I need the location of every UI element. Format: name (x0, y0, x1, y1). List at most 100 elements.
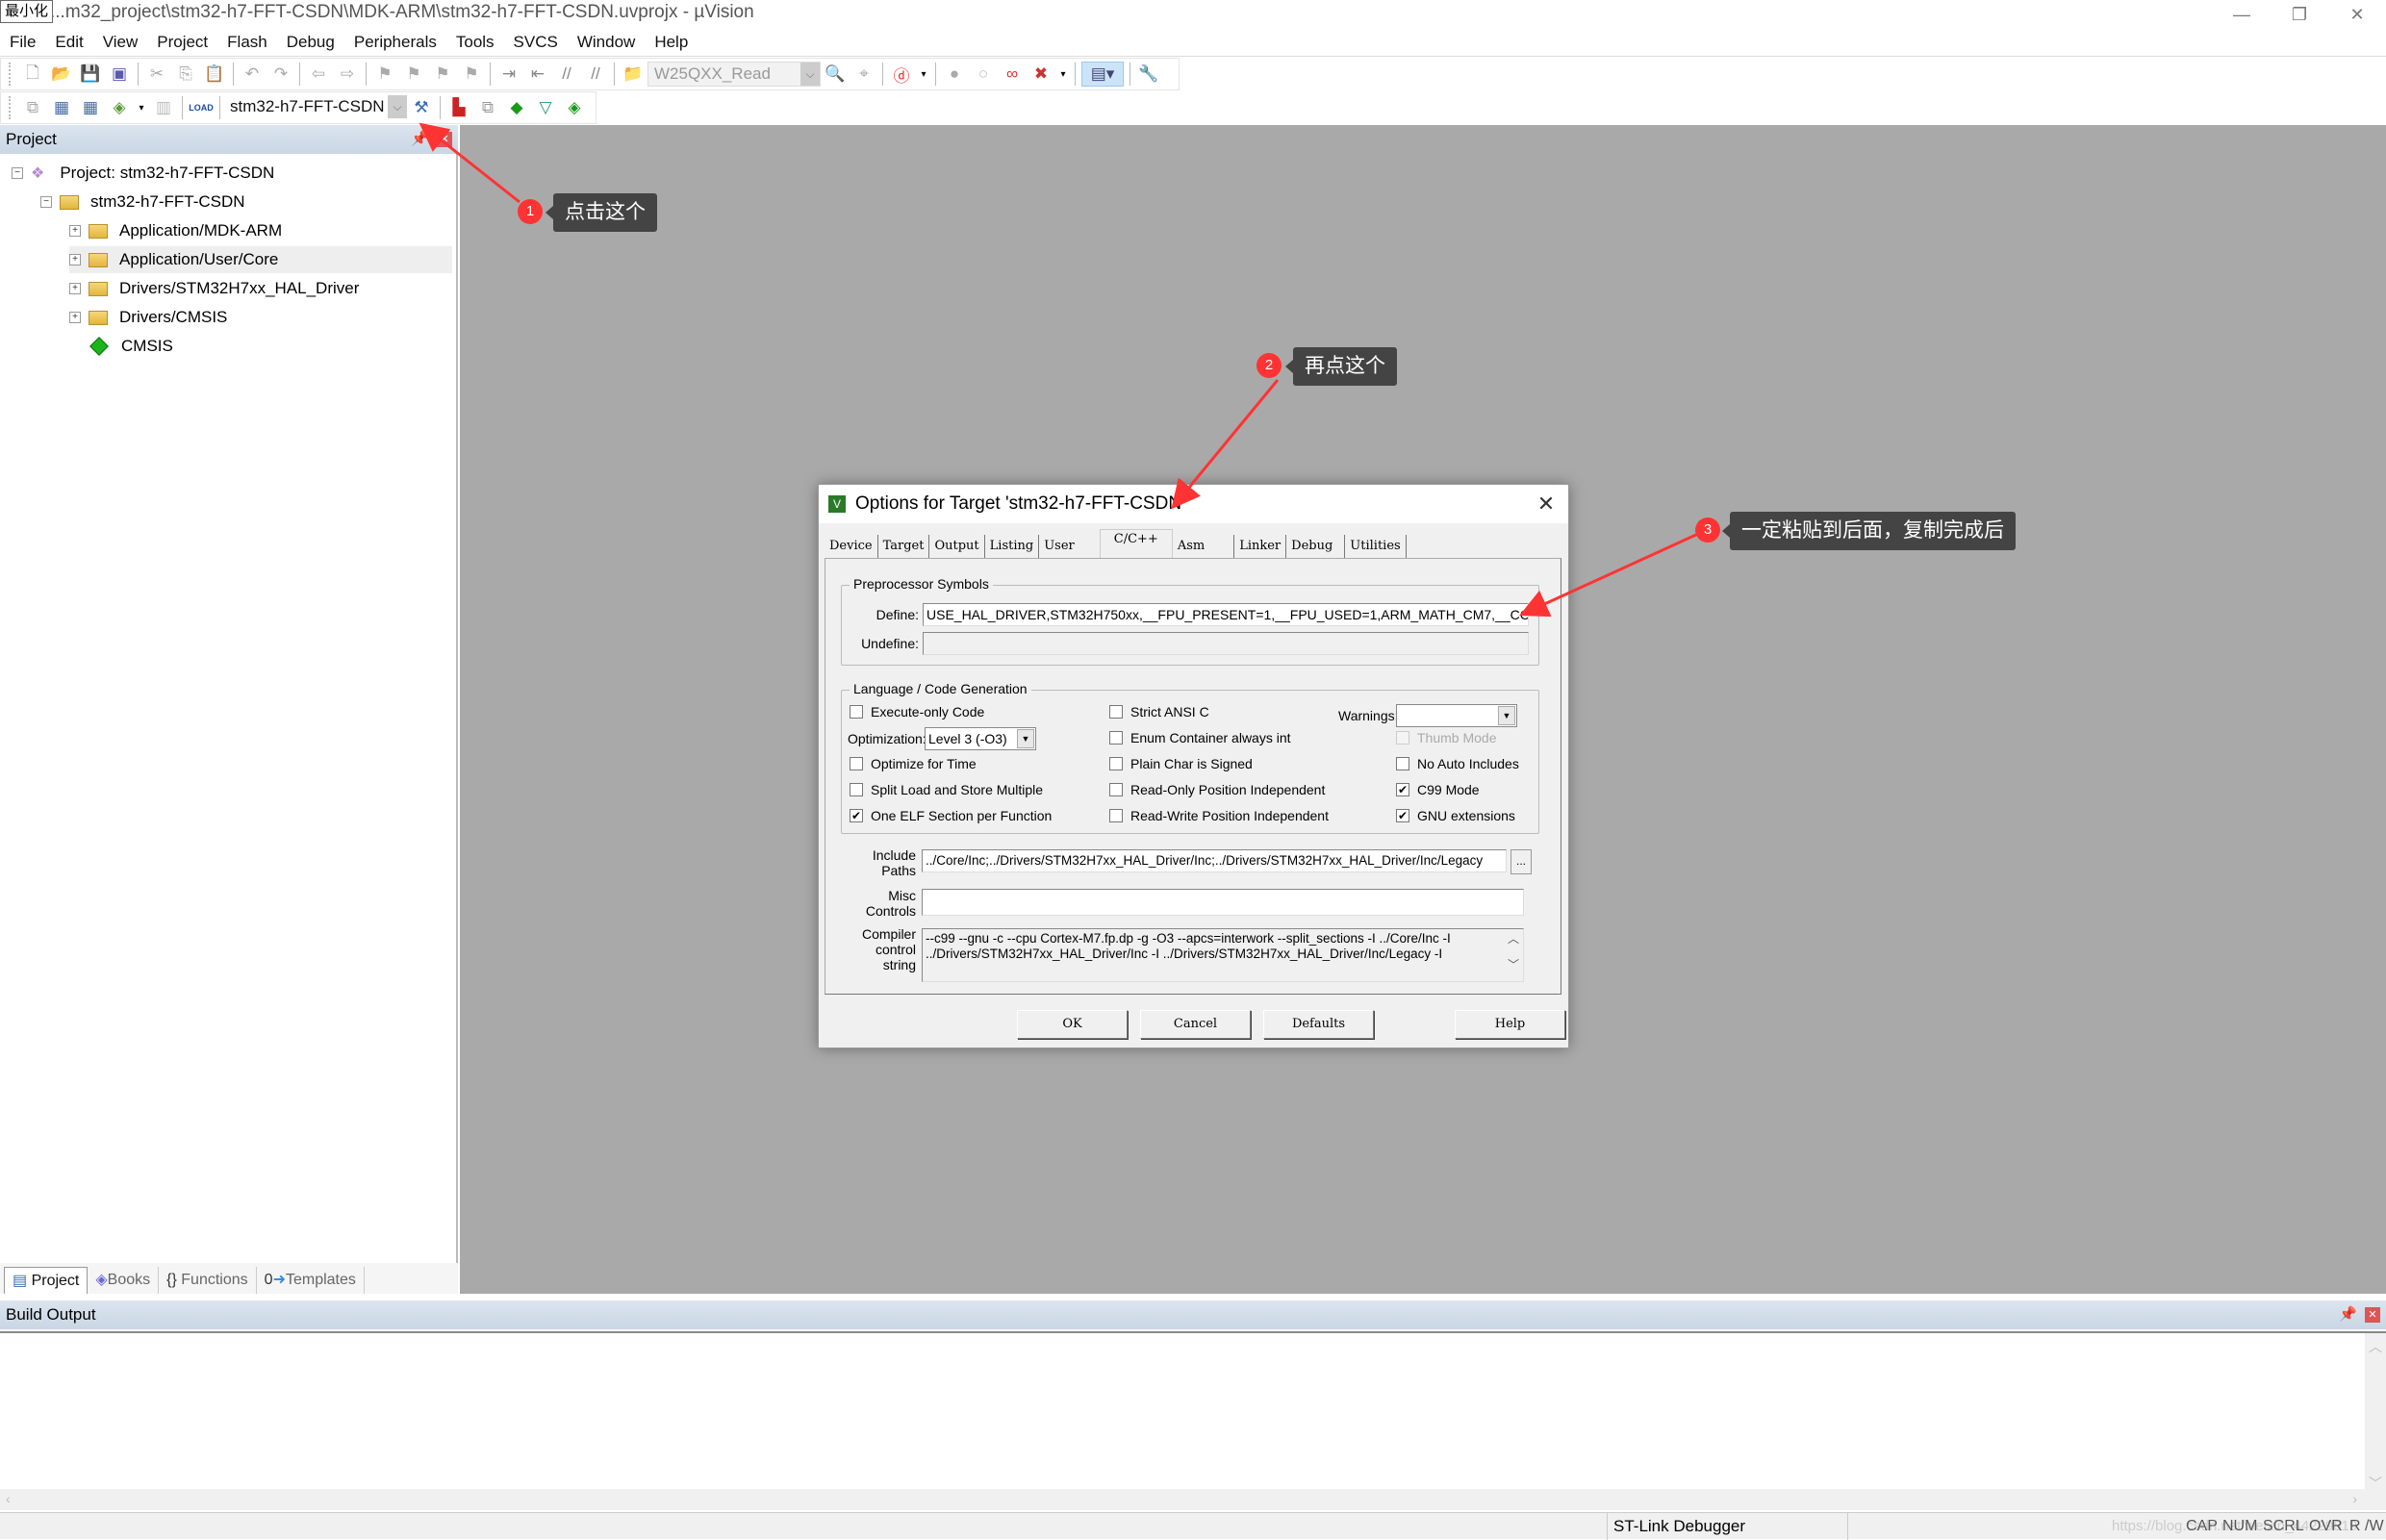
breakpoint-disable-all-icon[interactable]: ∞ (1000, 62, 1025, 87)
enum-container-checkbox[interactable]: Enum Container always int (1109, 730, 1291, 745)
checkbox-box[interactable]: ✔ (1396, 809, 1409, 822)
optimize-for-time-checkbox[interactable]: Optimize for Time (850, 756, 977, 771)
dropdown-arrow-icon[interactable]: ▼ (1017, 729, 1034, 748)
checkbox-box[interactable] (850, 757, 863, 770)
save-all-icon[interactable]: ▣ (107, 62, 132, 87)
tab-debug[interactable]: Debug (1286, 535, 1346, 558)
menu-project[interactable]: Project (157, 33, 208, 52)
translate-icon[interactable]: ⧉ (20, 95, 45, 120)
new-file-icon[interactable]: 🗋 (20, 62, 45, 87)
bookmark-prev-icon[interactable]: ⚑ (401, 62, 426, 87)
unindent-icon[interactable]: ⇤ (525, 62, 550, 87)
optimization-select[interactable]: Level 3 (-O3) ▼ (925, 727, 1036, 750)
options-for-target-icon[interactable]: ⚒ (409, 95, 434, 120)
tab-books[interactable]: ◈Books (88, 1267, 160, 1294)
redo-icon[interactable]: ↷ (268, 62, 293, 87)
restore-button[interactable]: ❐ (2271, 0, 2328, 29)
debug-session-icon[interactable]: ⓓ (889, 62, 914, 87)
menu-window[interactable]: Window (577, 33, 635, 52)
chevron-down-icon[interactable]: ⌵ (800, 63, 820, 86)
tree-item-group[interactable]: + Application/MDK-ARM (69, 217, 282, 244)
menu-tools[interactable]: Tools (456, 33, 495, 52)
dropdown-arrow-icon[interactable]: ▾ (918, 62, 929, 87)
tree-item-target[interactable]: − stm32-h7-FFT-CSDN (40, 189, 245, 215)
copy-icon[interactable]: ⎘ (173, 62, 198, 87)
batch-build-icon[interactable]: ◈ (107, 95, 132, 120)
scroll-left-icon[interactable]: ‹ (6, 1491, 11, 1506)
window-layout-icon[interactable]: ▤▾ (1081, 62, 1124, 87)
stop-build-icon[interactable]: ▥ (151, 95, 176, 120)
nav-forward-icon[interactable]: ⇨ (335, 62, 360, 87)
expand-icon[interactable]: + (69, 254, 81, 265)
split-load-store-checkbox[interactable]: Split Load and Store Multiple (850, 782, 1043, 797)
download-icon[interactable]: LOAD (189, 95, 214, 120)
menu-file[interactable]: File (10, 33, 36, 52)
pin-icon[interactable]: 📌 (411, 125, 429, 154)
menu-help[interactable]: Help (654, 33, 688, 52)
checkbox-box[interactable] (1109, 731, 1123, 745)
tab-project[interactable]: ▤ Project (4, 1267, 89, 1294)
expand-icon[interactable]: + (69, 283, 81, 294)
manage-multi-project-icon[interactable]: ⧉ (475, 95, 500, 120)
save-icon[interactable]: 💾 (78, 62, 103, 87)
tree-item-group[interactable]: + Application/User/Core (69, 246, 452, 273)
rw-position-independent-checkbox[interactable]: Read-Write Position Independent (1109, 808, 1329, 823)
execute-only-code-checkbox[interactable]: Execute-only Code (850, 704, 984, 720)
tab-device[interactable]: Device (825, 535, 878, 558)
minimize-button[interactable]: — (2213, 0, 2271, 29)
scroll-up-icon[interactable]: ︿ (2365, 1337, 2386, 1356)
cut-icon[interactable]: ✂ (144, 62, 169, 87)
tree-item-group[interactable]: + Drivers/CMSIS (69, 304, 227, 331)
close-window-button[interactable]: ✕ (2328, 0, 2386, 29)
compiler-string-scrollbar[interactable]: ︿ ﹀ (1505, 930, 1522, 980)
toolbar-grip[interactable] (9, 96, 13, 119)
menu-flash[interactable]: Flash (227, 33, 267, 52)
include-paths-input[interactable]: ../Core/Inc;../Drivers/STM32H7xx_HAL_Dri… (922, 849, 1507, 872)
cancel-button[interactable]: Cancel (1140, 1010, 1251, 1039)
expand-icon[interactable]: + (69, 225, 81, 237)
open-file-icon[interactable]: 📂 (49, 62, 74, 87)
expand-icon[interactable]: + (69, 312, 81, 323)
menu-svcs[interactable]: SVCS (514, 33, 558, 52)
pin-icon[interactable]: 📌 (2339, 1300, 2357, 1329)
configure-icon[interactable]: 🔧 (1136, 62, 1161, 87)
checkbox-box[interactable] (1109, 783, 1123, 796)
pack-installer-icon[interactable]: ◈ (562, 95, 587, 120)
horizontal-scrollbar[interactable]: ‹ › (0, 1489, 2386, 1510)
close-icon[interactable]: ✕ (437, 132, 452, 147)
build-icon[interactable]: ▦ (49, 95, 74, 120)
checkbox-box[interactable] (1109, 757, 1123, 770)
select-software-packs-icon[interactable]: ▽ (533, 95, 558, 120)
undo-icon[interactable]: ↶ (240, 62, 265, 87)
dropdown-arrow-icon[interactable]: ▾ (136, 95, 147, 120)
dropdown-arrow-icon[interactable]: ▼ (1498, 706, 1515, 725)
find-in-files-icon[interactable]: 📁 (621, 62, 646, 87)
incremental-find-icon[interactable]: ⌖ (851, 62, 876, 87)
rebuild-icon[interactable]: ▦ (78, 95, 103, 120)
breakpoint-kill-all-icon[interactable]: ✖ (1028, 62, 1053, 87)
defaults-button[interactable]: Defaults (1263, 1010, 1374, 1039)
scroll-right-icon[interactable]: › (2352, 1491, 2357, 1506)
checkbox-box[interactable] (850, 705, 863, 719)
checkbox-box[interactable]: ✔ (850, 809, 863, 822)
checkbox-box[interactable] (850, 783, 863, 796)
checkbox-box[interactable] (1109, 705, 1123, 719)
tree-item-project-root[interactable]: − ❖ Project: stm32-h7-FFT-CSDN (12, 160, 274, 187)
browse-include-paths-button[interactable]: ... (1510, 849, 1532, 874)
ok-button[interactable]: OK (1017, 1010, 1128, 1039)
paste-icon[interactable]: 📋 (202, 62, 227, 87)
tree-item-cmsis[interactable]: CMSIS (89, 333, 173, 360)
one-elf-section-checkbox[interactable]: ✔ One ELF Section per Function (850, 808, 1052, 823)
build-output-area[interactable]: ︿ ﹀ (0, 1331, 2386, 1497)
bookmark-clear-icon[interactable]: ⚑ (459, 62, 484, 87)
vertical-scrollbar[interactable]: ︿ ﹀ (2365, 1333, 2386, 1497)
collapse-icon[interactable]: − (40, 196, 52, 208)
checkbox-box[interactable] (1109, 809, 1123, 822)
manage-run-time-env-icon[interactable]: ◆ (504, 95, 529, 120)
c99-mode-checkbox[interactable]: ✔ C99 Mode (1396, 782, 1480, 797)
indent-icon[interactable]: ⇥ (496, 62, 521, 87)
scroll-up-icon[interactable]: ︿ (1505, 930, 1522, 947)
warnings-select[interactable]: ▼ (1396, 704, 1517, 727)
dialog-close-button[interactable]: ✕ (1532, 485, 1561, 523)
bookmark-next-icon[interactable]: ⚑ (430, 62, 455, 87)
